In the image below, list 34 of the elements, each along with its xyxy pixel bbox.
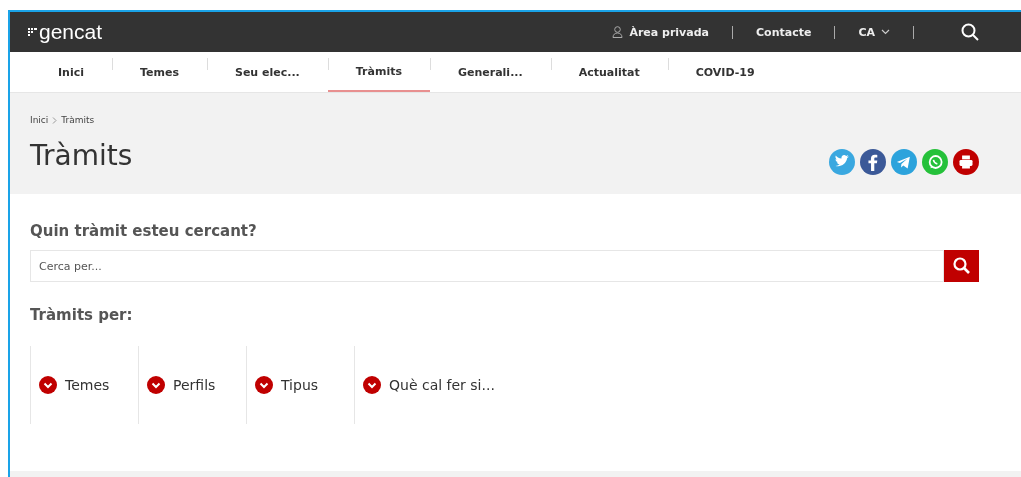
breadcrumb-link[interactable]: Tràmits (61, 115, 95, 125)
user-icon (612, 26, 624, 38)
nav-tab[interactable]: Seu elec... (207, 52, 328, 92)
search-field[interactable]: Cerca per... (30, 250, 944, 282)
chevron-down-icon (255, 376, 273, 394)
header-link[interactable]: Àrea privada (612, 25, 709, 39)
filter-dropdown[interactable]: Temes (30, 346, 138, 424)
nav-tab[interactable]: COVID-19 (667, 52, 783, 92)
twitter-share-icon[interactable] (829, 149, 855, 175)
chevron-right-icon (52, 116, 58, 124)
site-logo[interactable]: gencat (28, 20, 103, 44)
nav-tab[interactable]: Generali... (429, 52, 551, 92)
breadcrumb-link[interactable]: Inici (30, 115, 49, 125)
print-share-icon[interactable] (953, 149, 979, 175)
search-icon (951, 256, 972, 276)
chevron-down-icon (881, 29, 890, 35)
search-icon[interactable] (961, 23, 979, 41)
filter-dropdown[interactable]: Perfils (138, 346, 246, 424)
chevron-down-icon (39, 376, 57, 394)
search-heading: Quin tràmit esteu cercant? (30, 222, 258, 240)
nav-tab[interactable]: Actualitat (550, 52, 668, 92)
filter-heading: Tràmits per: (30, 306, 134, 324)
page-title: Tràmits (30, 139, 133, 172)
filter-dropdown[interactable]: Tipus (246, 346, 354, 424)
filter-dropdown[interactable]: Què cal fer si... (354, 346, 515, 424)
nav-tab[interactable]: Temes (112, 52, 207, 92)
search-button[interactable] (944, 250, 979, 282)
telegram-share-icon[interactable] (891, 149, 917, 175)
facebook-share-icon[interactable] (860, 149, 886, 175)
nav-tab[interactable]: Inici (30, 52, 112, 92)
chevron-down-icon (363, 376, 381, 394)
header-link[interactable]: CA (858, 25, 890, 39)
chevron-down-icon (147, 376, 165, 394)
header-link[interactable]: Contacte (756, 25, 812, 39)
